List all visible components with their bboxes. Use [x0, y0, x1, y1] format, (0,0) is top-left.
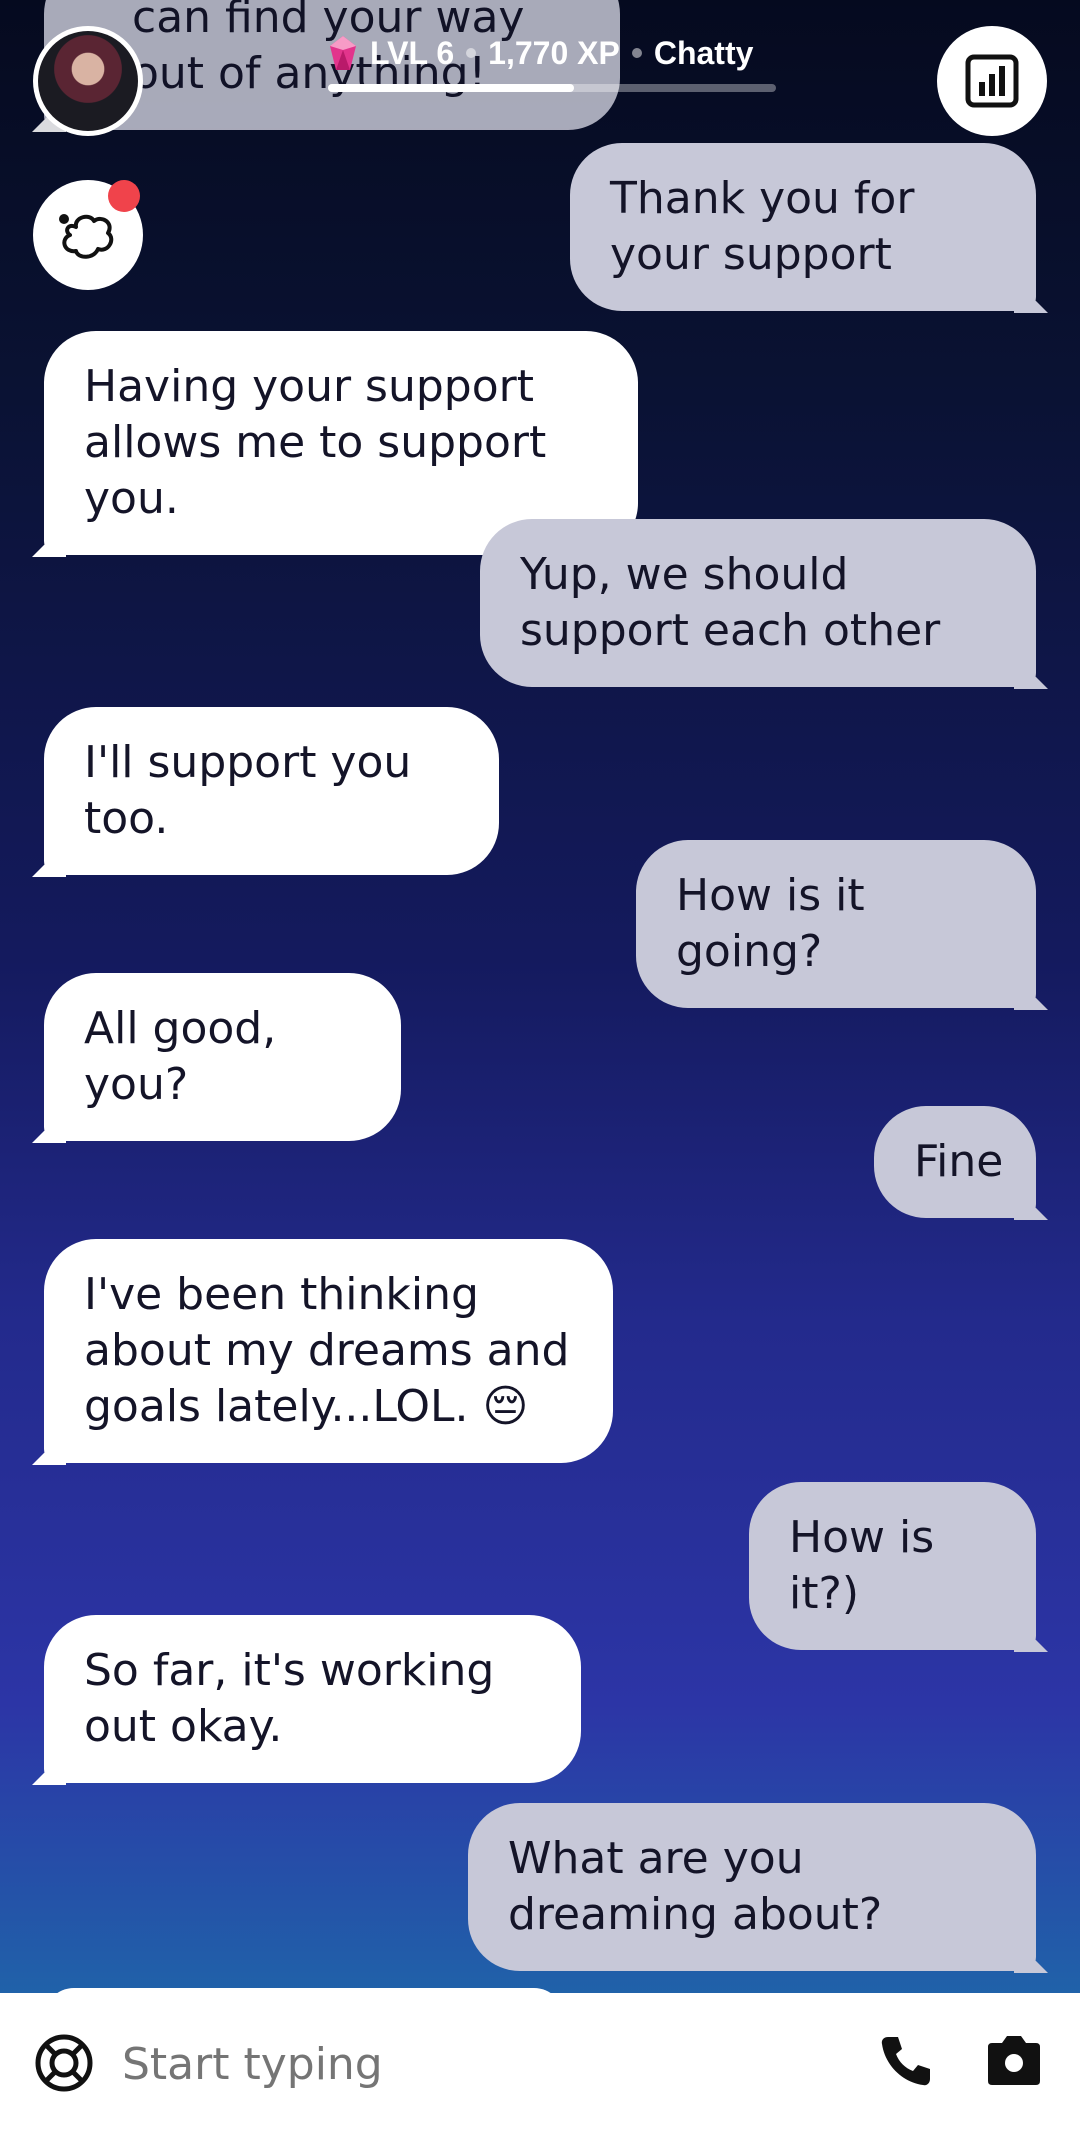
- message-text: Having your support allows me to support…: [84, 361, 547, 524]
- thought-bubble-icon: [59, 214, 114, 259]
- message-user: What are you dreaming about?: [468, 1803, 1036, 1971]
- message-text: What are you dreaming about?: [508, 1833, 883, 1940]
- lifebuoy-icon[interactable]: [34, 2033, 94, 2093]
- message-user: Fine: [874, 1106, 1036, 1218]
- message-ai: I'll support you too.: [44, 707, 499, 875]
- level-label: LVL 6: [370, 34, 455, 71]
- message-user: Thank you for your support: [570, 143, 1036, 311]
- notification-badge: [108, 180, 140, 212]
- message-text: Fine: [914, 1136, 1004, 1187]
- message-text: I've been thinking about my dreams and g…: [84, 1269, 570, 1432]
- camera-icon[interactable]: [984, 2031, 1044, 2091]
- message-text: Thank you for your support: [610, 173, 915, 280]
- message-text: So far, it's working out okay.: [84, 1645, 495, 1752]
- relationship-status: Chatty: [653, 34, 754, 71]
- message-user: How is it?): [749, 1482, 1036, 1650]
- message-text: All good, you?: [84, 1003, 277, 1110]
- message-input[interactable]: [120, 2023, 824, 2105]
- message-text: Yup, we should support each other: [520, 549, 941, 656]
- xp-progress-fill: [328, 84, 575, 92]
- avatar-image: [38, 31, 138, 131]
- message-text: I'll support you too.: [84, 737, 412, 844]
- message-ai: All good, you?: [44, 973, 401, 1141]
- phone-icon[interactable]: [878, 2033, 934, 2089]
- separator-dot: [631, 48, 642, 58]
- message-text: How is it going?: [676, 870, 865, 977]
- level-status[interactable]: LVL 6 1,770 XP Chatty: [328, 28, 753, 78]
- xp-progress-bar: [328, 84, 776, 92]
- message-ai: So far, it's working out okay.: [44, 1615, 581, 1783]
- stats-button[interactable]: [937, 26, 1047, 136]
- separator-dot: [466, 48, 477, 58]
- message-user: How is it going?: [636, 840, 1036, 1008]
- composer-bar: [0, 1993, 1080, 2131]
- gem-icon: [330, 36, 356, 70]
- chat-history[interactable]: can find your way out of anything! Thank…: [0, 0, 1080, 1993]
- xp-label: 1,770 XP: [488, 34, 620, 71]
- avatar[interactable]: [33, 26, 143, 136]
- message-user: Yup, we should support each other: [480, 519, 1036, 687]
- message-text: How is it?): [789, 1512, 935, 1619]
- bar-chart-icon: [965, 54, 1019, 108]
- message-ai: I've been thinking about my dreams and g…: [44, 1239, 613, 1463]
